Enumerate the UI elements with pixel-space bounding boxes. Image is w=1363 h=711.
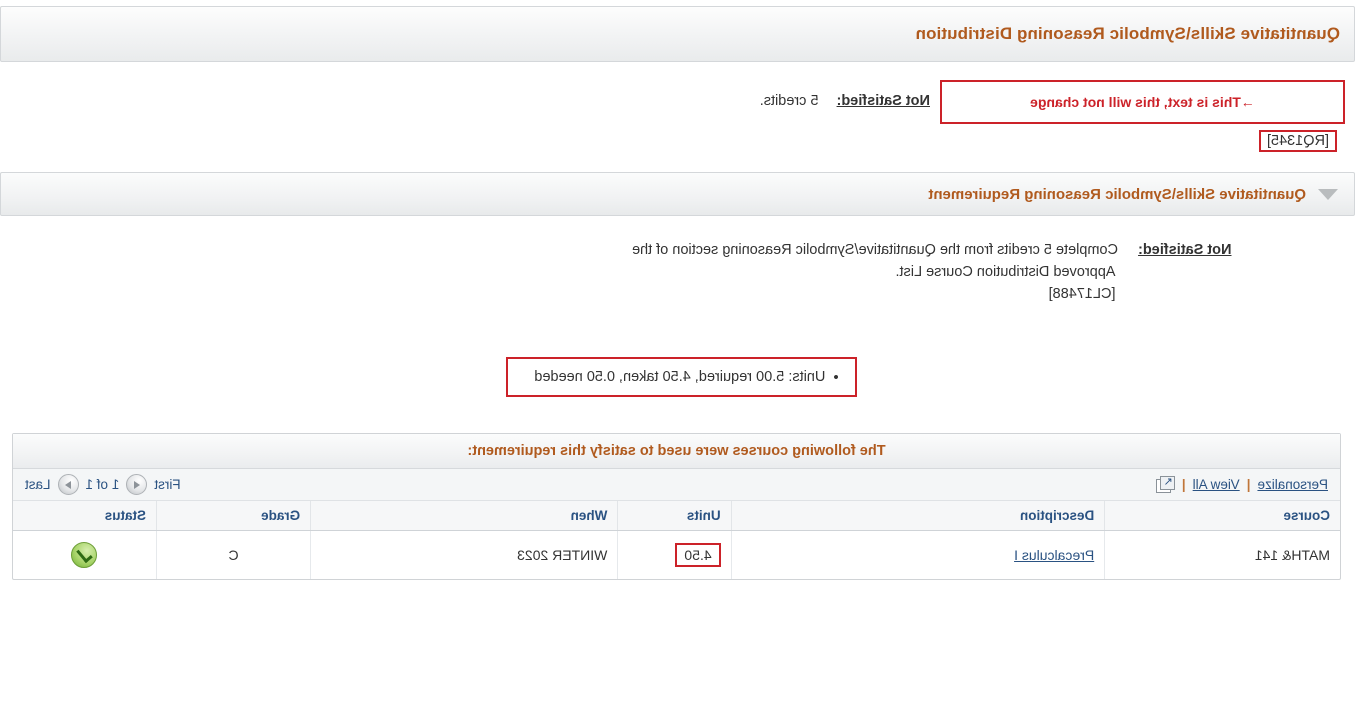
course-description-link[interactable]: Precalculus I xyxy=(1014,547,1094,563)
cell-description: Precalculus I xyxy=(731,530,1105,580)
requirement-status-text: Not Satisfied: Complete 5 credits from t… xyxy=(132,240,1232,305)
view-all-link[interactable]: View All xyxy=(1193,477,1240,492)
expand-grid-icon[interactable]: ↖ xyxy=(1155,476,1175,494)
courses-panel: The following courses were used to satis… xyxy=(12,433,1341,581)
column-header-status[interactable]: Status xyxy=(13,501,157,531)
toolbar-separator-1: | xyxy=(1246,477,1251,493)
bullet-icon: • xyxy=(833,368,839,386)
requirement-body: Not Satisfied: Complete 5 credits from t… xyxy=(0,216,1363,398)
triangle-down-icon[interactable] xyxy=(1318,188,1338,200)
distribution-callout: →This is text, this will not change xyxy=(940,80,1345,124)
table-row: MATH& 141 Precalculus I 4.50 WINTER 2023… xyxy=(13,530,1340,580)
distribution-status-line: Not Satisfied: 5 credits. xyxy=(760,91,930,112)
requirement-status-line2: Approved Distribution Course List. xyxy=(895,263,1116,280)
requirement-title: Quantitative Skills\Symbolic Reasoning R… xyxy=(928,185,1306,203)
units-summary-wrap: • Units: 5.00 required, 4.50 taken, 0.50… xyxy=(34,357,1329,398)
last-label[interactable]: Last xyxy=(25,477,51,492)
cell-course: MATH& 141 xyxy=(1104,530,1340,580)
distribution-callout-text: →This is text, this will not change xyxy=(1030,94,1255,110)
green-check-icon xyxy=(71,542,98,569)
cell-grade: C xyxy=(156,530,311,580)
next-arrow-icon[interactable] xyxy=(57,474,79,496)
courses-toolbar: Personalize | View All | ↖ First 1 of 1 … xyxy=(13,469,1340,502)
column-header-grade[interactable]: Grade xyxy=(156,501,311,531)
distribution-code: [RQ1345] xyxy=(1258,130,1337,152)
column-header-description[interactable]: Description xyxy=(731,501,1105,531)
requirement-status-label: Not Satisfied: xyxy=(1138,242,1232,258)
toolbar-separator-2: | xyxy=(1181,477,1186,493)
units-summary-text: Units: 5.00 required, 4.50 taken, 0.50 n… xyxy=(534,369,826,386)
requirement-group-header[interactable]: Quantitative Skills\Symbolic Reasoning R… xyxy=(0,172,1355,216)
distribution-status-text: 5 credits. xyxy=(759,93,819,110)
column-header-when[interactable]: When xyxy=(310,501,618,531)
page-indicator: 1 of 1 xyxy=(85,477,120,493)
first-label[interactable]: First xyxy=(154,477,180,492)
toolbar-pager-group: First 1 of 1 Last xyxy=(25,474,181,496)
cell-when: WINTER 2023 xyxy=(310,530,618,580)
courses-table: Course Description Units When Grade Stat… xyxy=(13,501,1340,580)
distribution-group-header: Quantitative Skills\Symbolic Reasoning D… xyxy=(0,6,1355,62)
requirement-status-line1: Complete 5 credits from the Quantitative… xyxy=(632,242,1119,258)
page-root: Quantitative Skills\Symbolic Reasoning D… xyxy=(0,6,1363,711)
personalize-link[interactable]: Personalize xyxy=(1257,477,1328,492)
table-header-row: Course Description Units When Grade Stat… xyxy=(13,501,1340,531)
toolbar-left-group: Personalize | View All | ↖ xyxy=(1155,476,1328,494)
units-summary-box: • Units: 5.00 required, 4.50 taken, 0.50… xyxy=(506,357,857,398)
prev-arrow-icon[interactable] xyxy=(126,474,148,496)
distribution-title: Quantitative Skills\Symbolic Reasoning D… xyxy=(915,24,1340,43)
cell-units: 4.50 xyxy=(617,530,732,580)
units-value-highlight: 4.50 xyxy=(675,543,721,568)
distribution-status-label: Not Satisfied: xyxy=(836,93,930,110)
distribution-status-block: →This is text, this will not change Not … xyxy=(0,62,1363,158)
cell-status xyxy=(13,531,156,580)
column-header-units[interactable]: Units xyxy=(617,501,732,531)
column-header-course[interactable]: Course xyxy=(1104,501,1340,531)
courses-caption: The following courses were used to satis… xyxy=(13,434,1340,470)
distribution-status-row: →This is text, this will not change Not … xyxy=(18,80,1345,124)
requirement-code: [CL17488] xyxy=(1048,285,1116,302)
